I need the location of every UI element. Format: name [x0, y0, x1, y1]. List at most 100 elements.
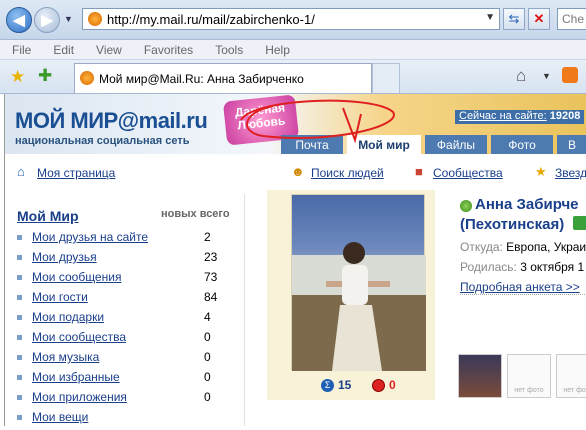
sidebar-item-label[interactable]: Мои друзья	[32, 250, 97, 264]
history-dropdown-icon[interactable]: ▼	[64, 14, 73, 24]
stop-button[interactable]: ✕	[528, 8, 550, 30]
people-search-icon: ☻	[291, 164, 305, 179]
menu-file[interactable]: File	[12, 43, 31, 57]
url-field[interactable]: http://my.mail.ru/mail/zabirchenko-1/ ▼	[82, 8, 500, 30]
menu-help[interactable]: Help	[265, 43, 290, 57]
back-button[interactable]: ◀	[6, 7, 32, 33]
link-stars[interactable]: Звезд	[555, 166, 586, 180]
profile-photo[interactable]	[291, 194, 426, 371]
add-favorite-icon[interactable]: ✚	[38, 66, 52, 86]
sidebar-item[interactable]: Мои подарки 4	[17, 310, 237, 330]
online-counter: Сейчас на сайте: 19208	[455, 110, 585, 124]
location-value: Европа, Украи	[506, 240, 586, 254]
profile-name: Анна Забирче	[475, 196, 579, 213]
site-tagline: национальная социальная сеть	[15, 135, 190, 147]
no-photo-label: нет фото	[563, 387, 586, 394]
sidebar-item-count: 23	[204, 250, 218, 264]
sidebar-item[interactable]: Мои вещи	[17, 410, 237, 430]
friend-thumbnail[interactable]: нет фото	[556, 354, 586, 398]
sidebar-item[interactable]: Мои друзья на сайте 2	[17, 230, 237, 250]
bullet-icon	[17, 315, 22, 320]
sidebar-item-count: 84	[204, 290, 218, 304]
profile-photo-image	[292, 242, 426, 371]
friend-thumbnail[interactable]: нет фото	[507, 354, 551, 398]
communities-icon: ■	[415, 164, 423, 179]
new-tab-button[interactable]	[372, 63, 400, 93]
bullet-icon	[17, 355, 22, 360]
close-icon: ✕	[533, 11, 545, 26]
menu-favorites[interactable]: Favorites	[144, 43, 193, 57]
sidebar-item[interactable]: Мои гости 84	[17, 290, 237, 310]
sidebar-item-label[interactable]: Мои сообщения	[32, 270, 121, 284]
tab-files[interactable]: Файлы	[425, 135, 487, 154]
bullet-icon	[17, 235, 22, 240]
birthday-value: 3 октября 1	[520, 260, 585, 274]
url-text: http://my.mail.ru/mail/zabirchenko-1/	[107, 11, 315, 27]
sidebar-item[interactable]: Моя музыка 0	[17, 350, 237, 370]
link-find-people[interactable]: Поиск людей	[311, 166, 384, 180]
sidebar-item[interactable]: Мои друзья 23	[17, 250, 237, 270]
sidebar-item-count: 0	[204, 350, 211, 364]
status-badge	[573, 216, 586, 230]
divider	[460, 294, 586, 295]
sidebar-item[interactable]: Мои сообщества 0	[17, 330, 237, 350]
photo-marks[interactable]: 0	[389, 378, 396, 392]
tab-photo[interactable]: Фото	[491, 135, 553, 154]
photo-votes[interactable]: 15	[338, 378, 351, 392]
menu-view[interactable]: View	[96, 43, 122, 57]
sidebar-item-label[interactable]: Мои сообщества	[32, 330, 126, 344]
col-total: всего	[199, 208, 230, 220]
menu-tools[interactable]: Tools	[215, 43, 243, 57]
sidebar-item-label[interactable]: Мои приложения	[32, 390, 127, 404]
sidebar-item-label[interactable]: Мои подарки	[32, 310, 104, 324]
rss-icon[interactable]	[562, 67, 578, 83]
sidebar-item-label[interactable]: Мои избранные	[32, 370, 120, 384]
sidebar-item-label[interactable]: Мои вещи	[32, 410, 88, 424]
sidebar-title[interactable]: Мой Мир	[17, 208, 79, 224]
home-page-icon: ⌂	[17, 164, 25, 179]
bullet-icon	[17, 335, 22, 340]
menu-edit[interactable]: Edit	[53, 43, 74, 57]
friend-thumbnail[interactable]	[458, 354, 502, 398]
sidebar-item[interactable]: Мои сообщения 73	[17, 270, 237, 290]
profile-birthday: Родилась: 3 октября 1	[460, 260, 584, 274]
refresh-button[interactable]: ⇆	[503, 8, 525, 30]
tab-active[interactable]: Мой мир@Mail.Ru: Анна Забирченко	[74, 63, 372, 93]
online-count: 19208	[549, 110, 581, 122]
refresh-icon: ⇆	[508, 11, 520, 26]
forward-button[interactable]: ▶	[34, 7, 60, 33]
sidebar-item[interactable]: Мои приложения 0	[17, 390, 237, 410]
sidebar-item-label[interactable]: Мои гости	[32, 290, 88, 304]
url-dropdown-icon[interactable]: ▼	[485, 12, 495, 23]
tab-favicon-icon	[80, 71, 94, 85]
location-label: Откуда:	[460, 240, 503, 254]
site-logo[interactable]: МОЙ МИР@mail.ru	[15, 108, 208, 134]
home-dropdown-icon[interactable]: ▼	[542, 71, 551, 81]
profile-maiden-name: (Пехотинская)	[460, 216, 565, 233]
no-photo-label: нет фото	[514, 387, 544, 394]
sidebar-item-label[interactable]: Мои друзья на сайте	[32, 230, 148, 244]
bullet-icon	[17, 275, 22, 280]
tab-title: Мой мир@Mail.Ru: Анна Забирченко	[99, 71, 304, 86]
menu-bar: File Edit View Favorites Tools Help	[0, 40, 586, 60]
profile-location: Откуда: Европа, Украи	[460, 240, 586, 254]
home-icon[interactable]: ⌂	[516, 66, 526, 86]
bullet-icon	[17, 415, 22, 420]
sidebar-column-headers: новых всего	[161, 208, 230, 220]
red-scribble-annotation	[240, 99, 395, 144]
sidebar-item-label[interactable]: Моя музыка	[32, 350, 99, 364]
tab-more[interactable]: В	[557, 135, 586, 154]
sidebar-item-count: 73	[204, 270, 218, 284]
photo-stats: Σ 15 0	[267, 376, 435, 396]
sidebar-item[interactable]: Мои избранные 0	[17, 370, 237, 390]
sum-icon: Σ	[321, 379, 334, 392]
sidebar-item-count: 0	[204, 330, 211, 344]
bullet-icon	[17, 395, 22, 400]
full-profile-link[interactable]: Подробная анкета >>	[460, 280, 580, 294]
bullet-icon	[17, 255, 22, 260]
bullet-icon	[17, 375, 22, 380]
link-communities[interactable]: Сообщества	[433, 166, 503, 180]
link-my-page[interactable]: Моя страница	[37, 166, 115, 180]
favorites-star-icon[interactable]: ★	[10, 67, 25, 87]
search-input[interactable]: Che	[557, 8, 586, 30]
